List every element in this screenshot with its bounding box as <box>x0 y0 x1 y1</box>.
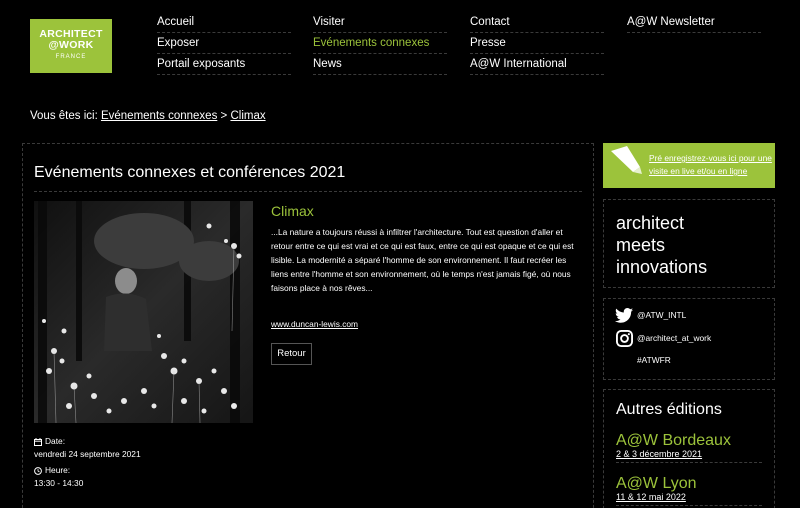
instagram-handle: @architect_at_work <box>637 333 712 343</box>
breadcrumb-prefix: Vous êtes ici: <box>30 110 98 122</box>
logo-line-2: @WORK <box>48 39 94 51</box>
back-button[interactable]: Retour <box>271 343 312 365</box>
twitter-icon <box>614 305 634 325</box>
time-label: Heure: <box>45 465 71 475</box>
nav-column-1: Accueil Exposer Portail exposants <box>157 12 291 75</box>
main-content: Evénements connexes et conférences 2021 <box>22 143 594 508</box>
edition-bordeaux[interactable]: A@W Bordeaux 2 & 3 décembre 2021 <box>616 432 774 463</box>
nav-item-exposer[interactable]: Exposer <box>157 33 291 54</box>
nav-item-newsletter[interactable]: A@W Newsletter <box>627 12 761 33</box>
event-date: Date: vendredi 24 septembre 2021 <box>34 435 141 461</box>
edition-name: A@W Bordeaux <box>616 432 731 449</box>
title-divider <box>34 191 582 192</box>
logo-line-3: FRANCE <box>55 54 87 60</box>
nav-item-aw-international[interactable]: A@W International <box>470 54 604 75</box>
pencil-icon <box>611 146 642 174</box>
breadcrumb-separator: > <box>220 110 228 122</box>
twitter-handle: @ATW_INTL <box>637 310 687 320</box>
breadcrumb: Vous êtes ici: Evénements connexes > Cli… <box>30 110 266 122</box>
main-nav: Accueil Exposer Portail exposants Visite… <box>157 12 761 78</box>
event-photo <box>34 201 253 423</box>
event-website-link[interactable]: www.duncan-lewis.com <box>271 319 358 329</box>
edition-date: 11 & 12 mai 2022 <box>616 492 762 506</box>
clock-icon <box>34 466 42 475</box>
date-label: Date: <box>45 436 66 446</box>
other-editions-box: Autres éditions A@W Bordeaux 2 & 3 décem… <box>603 389 775 508</box>
twitter-link[interactable]: @ATW_INTL <box>614 305 686 325</box>
tagline-line-2: meets <box>616 235 666 255</box>
edition-lyon[interactable]: A@W Lyon 11 & 12 mai 2022 <box>616 475 774 506</box>
nav-item-visiter[interactable]: Visiter <box>313 12 447 33</box>
edition-date: 2 & 3 décembre 2021 <box>616 449 762 463</box>
nav-item-presse[interactable]: Presse <box>470 33 604 54</box>
time-value: 13:30 - 14:30 <box>34 478 84 488</box>
nav-column-2: Visiter Evénements connexes News <box>313 12 447 75</box>
site-logo[interactable]: ARCHITECT @WORK FRANCE <box>30 19 112 73</box>
nav-item-portail-exposants[interactable]: Portail exposants <box>157 54 291 75</box>
breadcrumb-current-link[interactable]: Climax <box>230 110 265 122</box>
registration-text: Pré enregistrez-vous ici pour une visite… <box>649 153 772 176</box>
date-value: vendredi 24 septembre 2021 <box>34 449 141 459</box>
nav-item-evenements-connexes[interactable]: Evénements connexes <box>313 33 447 54</box>
tagline-box: architect meets innovations <box>603 199 775 288</box>
calendar-icon <box>34 437 42 446</box>
nav-item-accueil[interactable]: Accueil <box>157 12 291 33</box>
nav-column-3: Contact Presse A@W International <box>470 12 604 75</box>
other-editions-title: Autres éditions <box>616 401 722 418</box>
edition-name: A@W Lyon <box>616 475 697 492</box>
nav-column-4: A@W Newsletter <box>627 12 761 33</box>
registration-banner[interactable]: Pré enregistrez-vous ici pour une visite… <box>603 143 775 188</box>
event-time: Heure: 13:30 - 14:30 <box>34 464 83 490</box>
social-box: @ATW_INTL @architect_at_work #ATWFR <box>603 298 775 380</box>
nav-item-news[interactable]: News <box>313 54 447 75</box>
hashtag-link[interactable]: #ATWFR <box>637 355 671 365</box>
tagline-line-1: architect <box>616 213 685 233</box>
event-title: Climax <box>271 203 314 219</box>
breadcrumb-parent-link[interactable]: Evénements connexes <box>101 110 217 122</box>
nav-item-contact[interactable]: Contact <box>470 12 604 33</box>
event-description: ...La nature a toujours réussi à infiltr… <box>271 227 574 293</box>
instagram-link[interactable]: @architect_at_work <box>614 328 711 348</box>
tagline-line-3: innovations <box>616 257 708 277</box>
page-title: Evénements connexes et conférences 2021 <box>34 164 346 181</box>
instagram-icon <box>614 328 634 348</box>
